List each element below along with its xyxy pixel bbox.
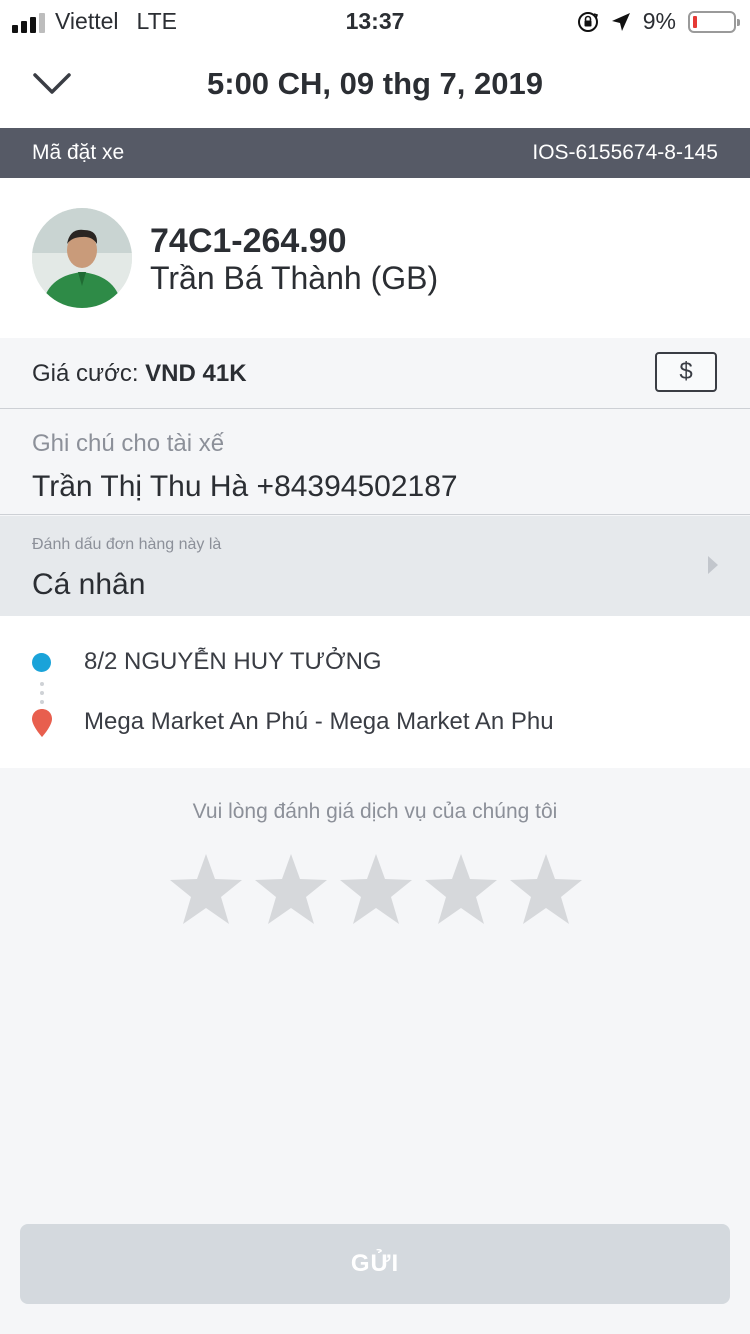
fare-text: Giá cước: VND 41K (32, 360, 247, 388)
page-title: 5:00 CH, 09 thg 7, 2019 (207, 66, 543, 101)
fare-row: Giá cước: VND 41K $ (0, 338, 750, 409)
driver-note-label: Ghi chú cho tài xế (32, 430, 225, 457)
chevron-right-icon (708, 556, 718, 574)
rating-prompt: Vui lòng đánh giá dịch vụ của chúng tôi (192, 800, 558, 823)
order-tag-selector[interactable]: Đánh dấu đơn hàng này là Cá nhân (0, 516, 750, 616)
driver-name: Trần Bá Thành (GB) (150, 260, 439, 296)
dropoff-address: Mega Market An Phú - Mega Market An Phu (84, 708, 554, 735)
header: 5:00 CH, 09 thg 7, 2019 (0, 44, 750, 128)
license-plate: 74C1-264.90 (150, 222, 347, 260)
star-icon-1[interactable] (168, 852, 244, 926)
star-icon-3[interactable] (338, 852, 414, 926)
booking-code-value: IOS-6155674-8-145 (532, 141, 718, 164)
order-tag-value: Cá nhân (32, 568, 146, 601)
star-rating (168, 852, 584, 926)
star-icon-4[interactable] (423, 852, 499, 926)
pickup-dot-icon (32, 653, 51, 672)
status-bar: Viettel LTE 13:37 9% (0, 0, 750, 44)
fare-value: VND 41K (145, 360, 247, 387)
pickup-address: 8/2 NGUYỄN HUY TƯỞNG (84, 648, 382, 675)
driver-photo-icon (32, 208, 132, 308)
booking-code-bar: Mã đặt xe IOS-6155674-8-145 (0, 128, 750, 178)
driver-avatar (32, 208, 132, 308)
battery-low-icon (688, 10, 740, 33)
order-tag-label: Đánh dấu đơn hàng này là (32, 536, 222, 553)
driver-card: 74C1-264.90 Trần Bá Thành (GB) (0, 178, 750, 338)
booking-code-label: Mã đặt xe (32, 141, 125, 164)
cash-payment-button[interactable]: $ (655, 352, 717, 392)
driver-note-value: Trần Thị Thu Hà +84394502187 (32, 470, 458, 503)
location-arrow-icon (611, 12, 630, 31)
battery-percent: 9% (642, 8, 676, 34)
status-bar-right: 9% (577, 8, 740, 35)
fare-label: Giá cước: (32, 360, 139, 387)
route-section: 8/2 NGUYỄN HUY TƯỞNG Mega Market An Phú … (0, 616, 750, 768)
star-icon-5[interactable] (508, 852, 584, 926)
driver-note: Ghi chú cho tài xế Trần Thị Thu Hà +8439… (0, 410, 750, 515)
route-connector (40, 682, 44, 704)
map-pin-icon (32, 709, 52, 737)
star-icon-2[interactable] (253, 852, 329, 926)
submit-button[interactable]: GỬI (20, 1224, 730, 1304)
dollar-icon: $ (679, 358, 693, 385)
rotation-lock-icon (577, 11, 598, 32)
